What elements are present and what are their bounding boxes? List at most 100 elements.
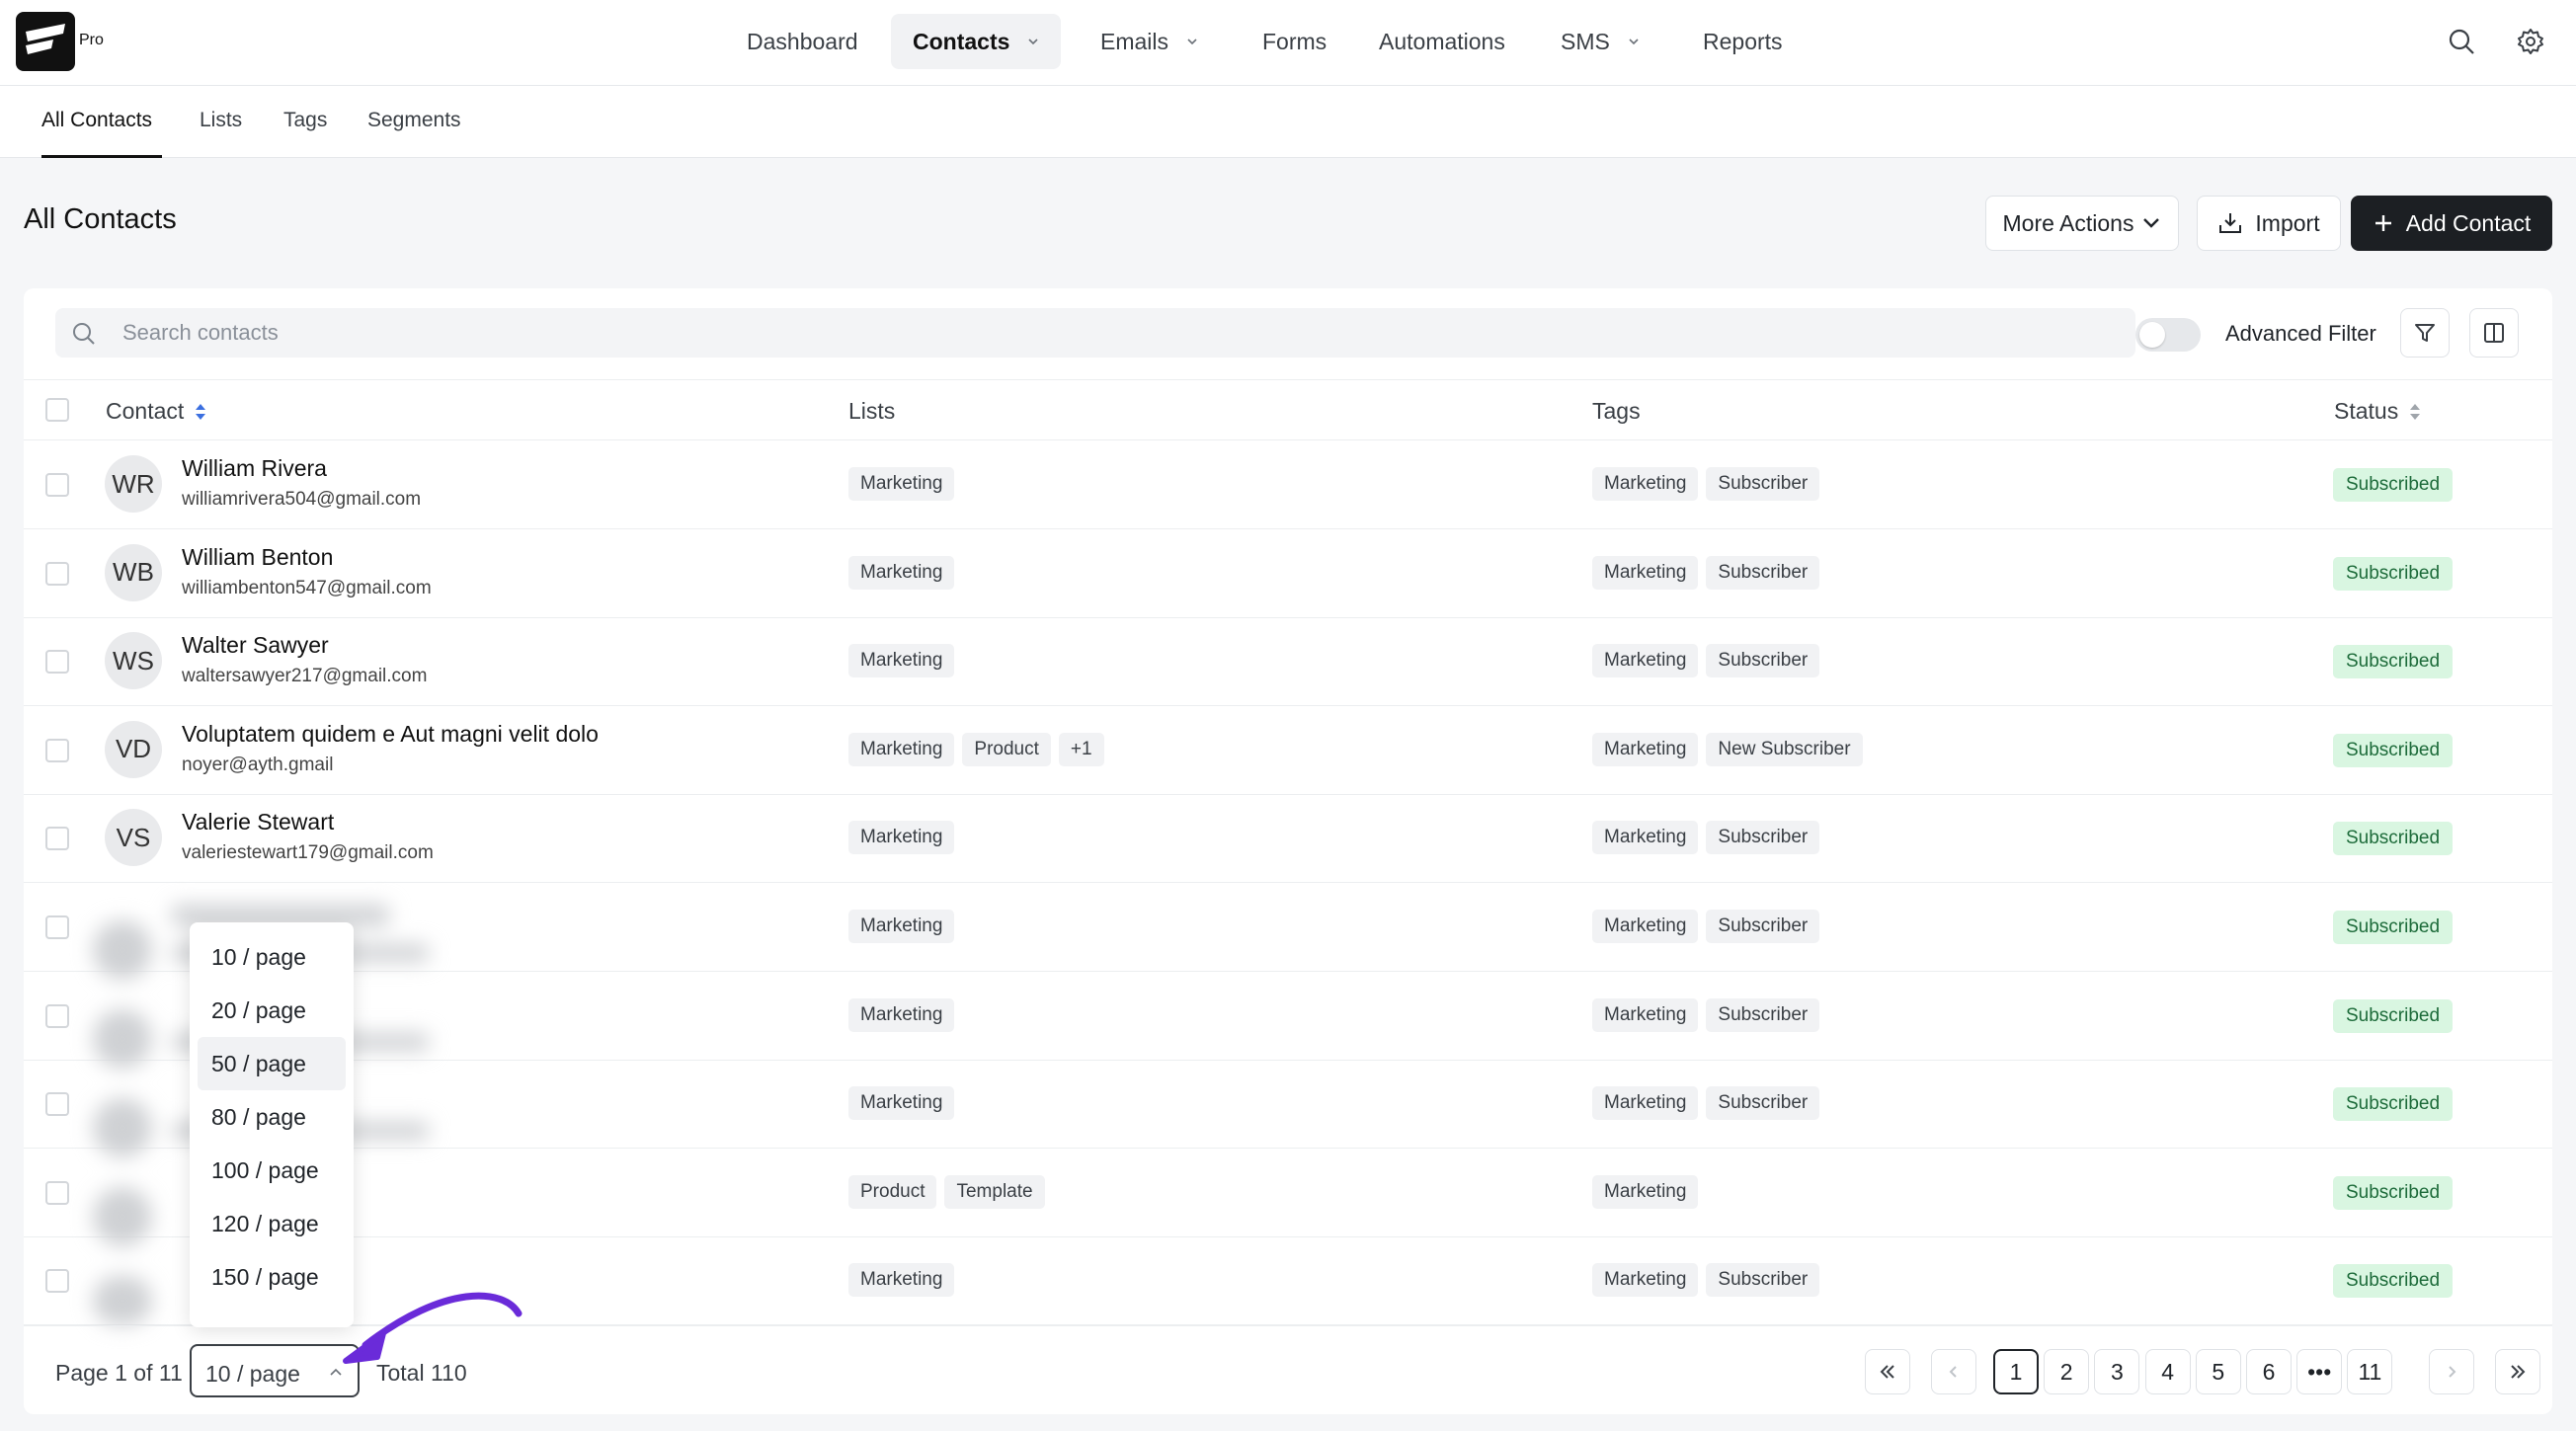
import-label: Import bbox=[2255, 209, 2320, 236]
tag-chip: Subscriber bbox=[1706, 467, 1820, 501]
search-box bbox=[55, 308, 2135, 358]
table-row[interactable]: WS Walter Sawyer waltersawyer217@gmail.com… bbox=[24, 617, 2552, 707]
page-number-button[interactable]: 1 bbox=[1993, 1349, 2039, 1394]
nav-forms[interactable]: Forms bbox=[1262, 14, 1327, 69]
more-actions-button[interactable]: More Actions bbox=[1985, 196, 2179, 251]
tag-chips: Marketing bbox=[1592, 1174, 1699, 1209]
tag-chip: Marketing bbox=[1592, 821, 1699, 855]
nav-label: Dashboard bbox=[747, 29, 858, 54]
tab-all-contacts[interactable]: All Contacts bbox=[41, 86, 162, 158]
advanced-filter-toggle[interactable] bbox=[2135, 318, 2201, 352]
settings-button[interactable] bbox=[2513, 24, 2548, 59]
tag-chip: Subscriber bbox=[1706, 821, 1820, 855]
nav-label: SMS bbox=[1561, 29, 1610, 54]
table-row[interactable]: WB William Benton williambenton547@gmail.c… bbox=[24, 529, 2552, 618]
tag-chip: Marketing bbox=[1592, 1086, 1699, 1121]
column-label: Tags bbox=[1592, 398, 1641, 424]
last-page-button[interactable] bbox=[2495, 1349, 2540, 1394]
status-badge: Subscribed bbox=[2333, 1087, 2454, 1122]
more-actions-label: More Actions bbox=[2002, 209, 2134, 236]
filter-button[interactable] bbox=[2400, 308, 2450, 358]
search-button[interactable] bbox=[2444, 24, 2479, 59]
page-size-option[interactable]: 80 / page bbox=[198, 1090, 346, 1144]
select-all-checkbox[interactable] bbox=[45, 398, 69, 422]
page-number-button[interactable]: 11 bbox=[2347, 1349, 2393, 1394]
contact-name[interactable]: Voluptatem quidem e Aut magni velit dolo bbox=[182, 721, 599, 748]
page-size-option[interactable]: 120 / page bbox=[198, 1197, 346, 1250]
page-number-button[interactable]: 5 bbox=[2195, 1349, 2241, 1394]
import-button[interactable]: Import bbox=[2197, 196, 2341, 251]
chevron-right-icon bbox=[2449, 1366, 2456, 1378]
table-row[interactable]: WR William Rivera williamrivera504@gmail.c… bbox=[24, 440, 2552, 529]
column-status[interactable]: Status bbox=[2334, 398, 2424, 425]
tag-chip: Marketing bbox=[1592, 644, 1699, 678]
row-checkbox[interactable] bbox=[45, 473, 69, 497]
page-number-button[interactable]: 2 bbox=[2044, 1349, 2090, 1394]
nav-reports[interactable]: Reports bbox=[1703, 14, 1783, 69]
gear-icon bbox=[2518, 29, 2543, 54]
contact-name[interactable]: William Rivera bbox=[182, 455, 327, 482]
double-chevron-left-icon bbox=[1880, 1365, 1894, 1379]
status-badge: Subscribed bbox=[2333, 468, 2454, 502]
sort-icon bbox=[2410, 403, 2421, 420]
row-checkbox[interactable] bbox=[45, 827, 69, 851]
contact-name[interactable]: William Benton bbox=[182, 544, 333, 571]
double-chevron-right-icon bbox=[2511, 1365, 2526, 1379]
table-row[interactable]: VS Valerie Stewart valeriestewart179@gmail… bbox=[24, 794, 2552, 884]
page-number-button[interactable]: 6 bbox=[2246, 1349, 2292, 1394]
status-badge: Subscribed bbox=[2333, 645, 2454, 679]
contact-name[interactable]: Valerie Stewart bbox=[182, 809, 334, 835]
page-size-option[interactable]: 10 / page bbox=[198, 930, 346, 984]
page-number-button[interactable]: 3 bbox=[2094, 1349, 2140, 1394]
nav-emails[interactable]: Emails bbox=[1100, 14, 1198, 69]
contact-email: valeriestewart179@gmail.com bbox=[182, 842, 434, 864]
contact-email: noyer@ayth.gmail bbox=[182, 754, 334, 775]
avatar: WS bbox=[105, 632, 162, 690]
table-row[interactable]: VD Voluptatem quidem e Aut magni velit do… bbox=[24, 706, 2552, 795]
page-size-option[interactable]: 100 / page bbox=[198, 1144, 346, 1197]
list-chips: Marketing bbox=[848, 467, 955, 501]
search-input[interactable] bbox=[122, 308, 1999, 358]
list-chip: Template bbox=[944, 1174, 1045, 1209]
page-size-option[interactable]: 150 / page bbox=[198, 1250, 346, 1304]
add-contact-button[interactable]: Add Contact bbox=[2351, 196, 2552, 251]
nav-dashboard[interactable]: Dashboard bbox=[747, 14, 858, 69]
page-size-option[interactable]: 20 / page bbox=[198, 984, 346, 1037]
contact-name[interactable]: Walter Sawyer bbox=[182, 632, 329, 659]
tab-lists[interactable]: Lists bbox=[200, 86, 242, 158]
list-chips: Marketing bbox=[848, 821, 955, 855]
list-chip: Marketing bbox=[848, 1086, 955, 1121]
tag-chip: Marketing bbox=[1592, 910, 1699, 943]
first-page-button[interactable] bbox=[1865, 1349, 1910, 1394]
sort-icon bbox=[196, 403, 206, 420]
prev-page-button[interactable] bbox=[1931, 1349, 1976, 1394]
chevron-down-icon bbox=[1187, 39, 1197, 45]
tab-segments[interactable]: Segments bbox=[367, 86, 461, 158]
row-checkbox[interactable] bbox=[45, 738, 69, 762]
row-checkbox[interactable] bbox=[45, 561, 69, 586]
contact-email: williambenton547@gmail.com bbox=[182, 577, 432, 598]
row-checkbox[interactable] bbox=[45, 650, 69, 675]
nav-label: Reports bbox=[1703, 29, 1783, 54]
list-chip: Product bbox=[848, 1174, 937, 1209]
contacts-subnav: All Contacts Lists Tags Segments bbox=[0, 86, 2576, 158]
nav-automations[interactable]: Automations bbox=[1379, 14, 1505, 69]
tag-chip: Subscriber bbox=[1706, 555, 1820, 590]
columns-button[interactable] bbox=[2469, 308, 2519, 358]
nav-sms[interactable]: SMS bbox=[1561, 14, 1640, 69]
nav-contacts[interactable]: Contacts bbox=[891, 14, 1062, 69]
page-size-value: 10 / page bbox=[205, 1361, 300, 1387]
app-logo[interactable] bbox=[16, 12, 75, 71]
page-number-button[interactable]: 4 bbox=[2144, 1349, 2191, 1394]
columns-icon bbox=[2484, 323, 2504, 343]
column-contact[interactable]: Contact bbox=[106, 398, 209, 425]
tag-chip: Subscriber bbox=[1706, 910, 1820, 943]
list-chip: +1 bbox=[1058, 732, 1104, 766]
tab-tags[interactable]: Tags bbox=[283, 86, 327, 158]
chevron-down-icon bbox=[2143, 218, 2160, 228]
next-page-button[interactable] bbox=[2429, 1349, 2474, 1394]
page-size-option[interactable]: 50 / page bbox=[198, 1037, 346, 1090]
page-ellipsis[interactable]: ••• bbox=[2296, 1349, 2343, 1394]
column-lists: Lists bbox=[848, 398, 895, 425]
page-size-select[interactable]: 10 / page bbox=[190, 1344, 360, 1397]
